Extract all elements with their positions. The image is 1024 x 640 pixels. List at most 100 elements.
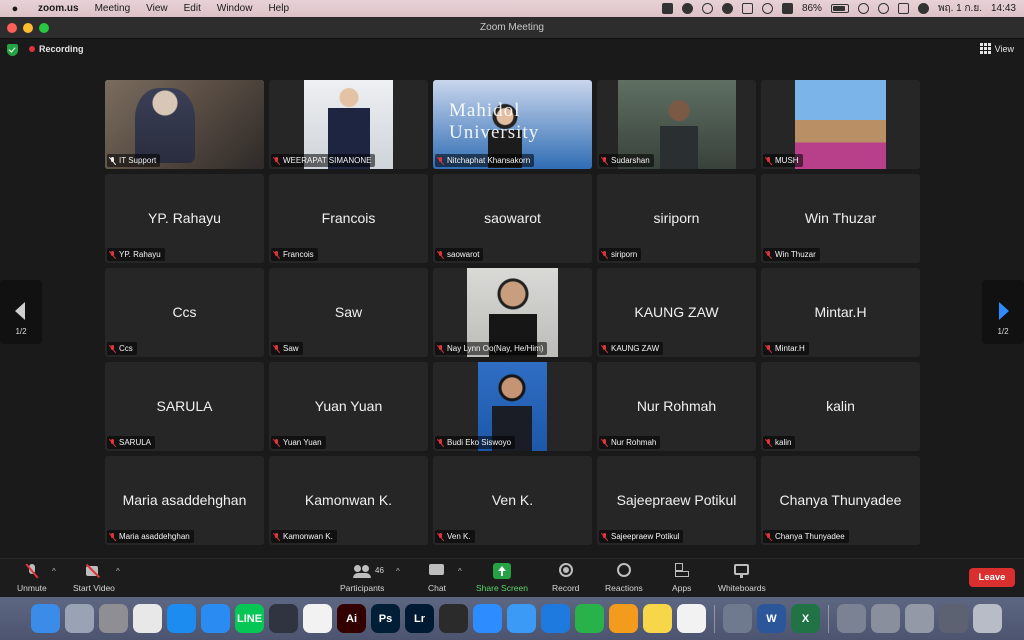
zoom-icon[interactable] <box>473 604 502 633</box>
screenshot-thumb-icon[interactable] <box>723 604 752 633</box>
unmute-button[interactable]: Unmute <box>17 563 47 593</box>
participant-tile[interactable]: YP. Rahayu YP. Rahayu <box>105 174 264 263</box>
menu-view[interactable]: View <box>138 3 176 14</box>
menu-window[interactable]: Window <box>209 3 261 14</box>
webex-icon[interactable] <box>439 604 468 633</box>
battery-fill <box>832 6 845 11</box>
participant-tile[interactable]: KAUNG ZAW KAUNG ZAW <box>597 268 756 357</box>
dollar-icon[interactable] <box>681 3 693 14</box>
cloud-icon[interactable] <box>721 3 733 14</box>
window-title-bar: Zoom Meeting <box>0 17 1024 39</box>
record-button[interactable]: Record <box>552 563 579 593</box>
participant-tile[interactable]: Saw Saw <box>269 268 428 357</box>
participant-tile[interactable]: Ccs Ccs <box>105 268 264 357</box>
share-screen-button[interactable]: Share Screen <box>476 563 528 593</box>
recent-file-2-icon[interactable] <box>871 604 900 633</box>
participant-tile[interactable]: Nur Rohmah Nur Rohmah <box>597 362 756 451</box>
audio-options-caret-icon[interactable]: ^ <box>52 567 56 576</box>
recent-file-1-icon[interactable] <box>837 604 866 633</box>
spotlight-search-icon[interactable] <box>877 3 889 14</box>
pages-icon[interactable] <box>609 604 638 633</box>
input-source-icon[interactable] <box>781 3 793 14</box>
system-settings-icon[interactable] <box>99 604 128 633</box>
photos-icon[interactable] <box>303 604 332 633</box>
next-page-button[interactable]: 1/2 <box>982 280 1024 344</box>
sync-icon[interactable] <box>701 3 713 14</box>
preview-icon[interactable] <box>133 604 162 633</box>
line-icon[interactable]: LINE <box>235 604 264 633</box>
recent-file-4-icon[interactable] <box>939 604 968 633</box>
participant-name: KAUNG ZAW <box>611 344 660 353</box>
unmute-label: Unmute <box>17 583 47 593</box>
participant-tile[interactable]: Nay Lynn Oo(Nay, He/Him) <box>433 268 592 357</box>
illustrator-icon[interactable]: Ai <box>337 604 366 633</box>
finder-icon[interactable] <box>31 604 60 633</box>
apps-button[interactable]: Apps <box>672 563 691 593</box>
participant-tile[interactable]: Win Thuzar Win Thuzar <box>761 174 920 263</box>
zoom-status-icon[interactable] <box>661 3 673 14</box>
participant-tile[interactable]: kalin kalin <box>761 362 920 451</box>
wifi-icon[interactable] <box>857 3 869 14</box>
control-center-icon[interactable] <box>897 3 909 14</box>
apple-menu-icon[interactable]: ● <box>0 3 30 15</box>
word-icon[interactable]: W <box>757 604 786 633</box>
safari-icon[interactable] <box>201 604 230 633</box>
menu-edit[interactable]: Edit <box>176 3 209 14</box>
participant-tile[interactable]: Francois Francois <box>269 174 428 263</box>
participant-tile[interactable]: Yuan Yuan Yuan Yuan <box>269 362 428 451</box>
trash-icon[interactable] <box>973 604 1002 633</box>
participant-tile[interactable]: WEERAPAT SIMANONE <box>269 80 428 169</box>
keynote-icon[interactable] <box>541 604 570 633</box>
participant-display-name: Saw <box>334 304 363 320</box>
participant-tile[interactable]: siriporn siriporn <box>597 174 756 263</box>
start-video-button[interactable]: Start Video <box>73 563 115 593</box>
excel-icon[interactable]: X <box>791 604 820 633</box>
participant-tile[interactable]: Mahidol University Nitchaphat Khansakorn <box>433 80 592 169</box>
video-options-caret-icon[interactable]: ^ <box>116 567 120 576</box>
participant-tile[interactable]: Mintar.H Mintar.H <box>761 268 920 357</box>
mail-icon[interactable] <box>507 604 536 633</box>
participant-tile[interactable]: Budi Eko Siswoyo <box>433 362 592 451</box>
participant-tile[interactable]: saowarot saowarot <box>433 174 592 263</box>
participant-tile[interactable]: Sudarshan <box>597 80 756 169</box>
whiteboards-label: Whiteboards <box>718 583 766 593</box>
app-store-icon[interactable] <box>167 604 196 633</box>
participant-tile[interactable]: Sajeepraew Potikul Sajeepraew Potikul <box>597 456 756 545</box>
numbers-icon[interactable] <box>575 604 604 633</box>
participant-name: Win Thuzar <box>775 250 816 259</box>
menu-bar-time[interactable]: 14:43 <box>991 3 1016 14</box>
screen-record-icon[interactable] <box>761 3 773 14</box>
participants-caret-icon[interactable]: ^ <box>396 567 400 576</box>
previous-page-button[interactable]: 1/2 <box>0 280 42 344</box>
photoshop-icon[interactable]: Ps <box>371 604 400 633</box>
whiteboards-button[interactable]: Whiteboards <box>718 563 766 593</box>
participant-tile[interactable]: SARULA SARULA <box>105 362 264 451</box>
app-menu[interactable]: zoom.us <box>30 3 87 14</box>
participant-tile[interactable]: Kamonwan K. Kamonwan K. <box>269 456 428 545</box>
launchpad-icon[interactable] <box>65 604 94 633</box>
recent-file-3-icon[interactable] <box>905 604 934 633</box>
security-shield-icon[interactable] <box>7 44 18 56</box>
bluetooth-icon[interactable] <box>741 3 753 14</box>
participant-tile[interactable]: Chanya Thunyadee Chanya Thunyadee <box>761 456 920 545</box>
participant-tile[interactable]: MUSH <box>761 80 920 169</box>
menu-bar-date[interactable]: พฤ. 1 ก.ย. <box>938 1 982 16</box>
participant-tile[interactable]: Maria asaddehghan Maria asaddehghan <box>105 456 264 545</box>
participant-tile[interactable]: IT Support <box>105 80 264 169</box>
lightroom-icon[interactable]: Lr <box>405 604 434 633</box>
chat-button[interactable]: Chat <box>428 563 446 593</box>
recording-indicator[interactable]: Recording <box>29 44 84 54</box>
menu-meeting[interactable]: Meeting <box>87 3 139 14</box>
view-button[interactable]: View <box>979 43 1014 54</box>
menu-bar-status: 86% พฤ. 1 ก.ย. 14:43 <box>661 0 1016 17</box>
reactions-button[interactable]: Reactions <box>605 563 643 593</box>
chat-caret-icon[interactable]: ^ <box>458 567 462 576</box>
notes-icon[interactable] <box>643 604 672 633</box>
davinci-icon[interactable] <box>269 604 298 633</box>
reminders-icon[interactable] <box>677 604 706 633</box>
battery-icon[interactable] <box>830 4 849 13</box>
siri-icon[interactable] <box>917 3 929 14</box>
leave-button[interactable]: Leave <box>969 568 1015 587</box>
participant-tile[interactable]: Ven K. Ven K. <box>433 456 592 545</box>
menu-help[interactable]: Help <box>260 3 297 14</box>
